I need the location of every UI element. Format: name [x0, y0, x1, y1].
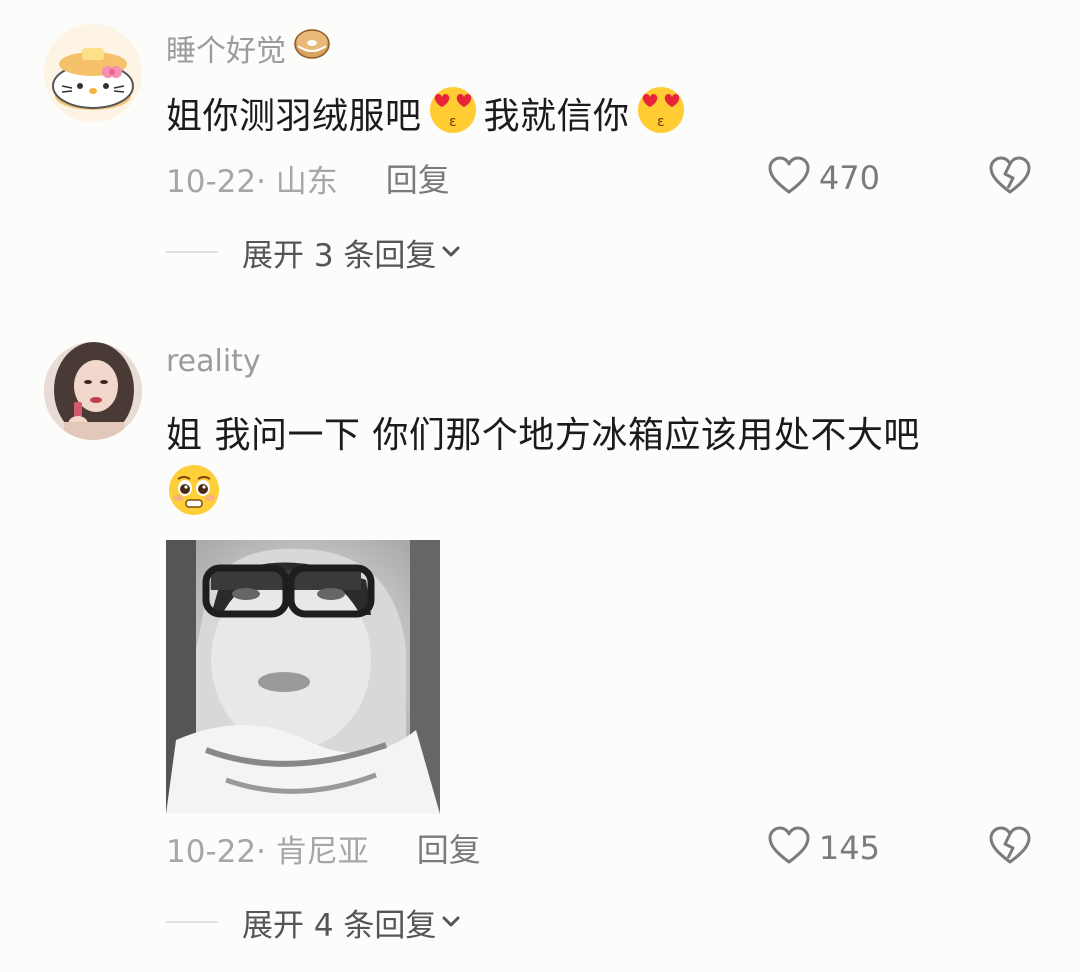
expand-replies-button[interactable]: 展开 4 条回复	[242, 900, 462, 945]
date-location: 10-22· 山东	[166, 163, 338, 200]
chevron-down-icon	[442, 916, 460, 927]
svg-text:ε: ε	[448, 114, 456, 130]
grayscale-portrait-image	[166, 540, 440, 814]
comment-item: 睡个好觉 姐你测羽绒服吧 ε 我就信你 ε 10-22· 山东 回复 470 展…	[0, 0, 1080, 300]
broken-heart-icon	[989, 156, 1031, 194]
portrait-avatar	[44, 342, 142, 440]
heart-eyes-kiss-emoji-icon: ε	[634, 82, 688, 145]
chevron-down-icon	[442, 246, 460, 257]
username[interactable]: reality	[166, 344, 261, 379]
like-count: 145	[818, 829, 880, 867]
heart-outline-icon	[767, 156, 811, 200]
svg-text:ε: ε	[656, 114, 664, 130]
username-text: 睡个好觉	[166, 34, 286, 69]
like-button[interactable]: 145	[767, 826, 880, 870]
bagel-emoji-icon	[292, 26, 332, 70]
dislike-button[interactable]	[988, 156, 1032, 200]
comment-meta: 10-22· 肯尼亚 回复 145	[166, 826, 1036, 870]
divider	[166, 251, 218, 253]
avatar[interactable]	[44, 342, 142, 440]
comment-text-part: 姐 我问一下 你们那个地方冰箱应该用处不大吧	[166, 415, 920, 456]
like-count: 470	[818, 159, 880, 197]
username[interactable]: 睡个好觉	[166, 26, 332, 70]
date-location: 10-22· 肯尼亚	[166, 833, 369, 870]
username-text: reality	[166, 344, 261, 379]
comment-meta: 10-22· 山东 回复 470	[166, 156, 1036, 200]
pleading-face-emoji-icon	[166, 462, 222, 527]
expand-replies-button[interactable]: 展开 3 条回复	[242, 230, 462, 275]
like-button[interactable]: 470	[767, 156, 880, 200]
expand-replies-label: 展开 4 条回复	[242, 907, 437, 944]
heart-outline-icon	[767, 826, 811, 870]
hello-kitty-pancake-avatar	[44, 24, 142, 122]
reply-button[interactable]: 回复	[386, 155, 450, 201]
comment-text: 姐 我问一下 你们那个地方冰箱应该用处不大吧	[166, 404, 920, 460]
comment-text: 姐你测羽绒服吧 ε 我就信你 ε	[166, 86, 688, 140]
comment-emoji-line	[166, 464, 222, 522]
comment-text-part: 姐你测羽绒服吧	[166, 96, 422, 137]
comment-image[interactable]	[166, 540, 440, 814]
dislike-button[interactable]	[988, 826, 1032, 870]
expand-replies[interactable]: 展开 3 条回复	[166, 230, 462, 274]
reply-button[interactable]: 回复	[417, 825, 481, 871]
divider	[166, 921, 218, 923]
comment-text-part: 我就信你	[483, 96, 630, 137]
expand-replies[interactable]: 展开 4 条回复	[166, 900, 462, 944]
expand-replies-label: 展开 3 条回复	[242, 237, 437, 274]
avatar[interactable]	[44, 24, 142, 122]
heart-eyes-kiss-emoji-icon: ε	[426, 82, 480, 145]
broken-heart-icon	[989, 826, 1031, 864]
